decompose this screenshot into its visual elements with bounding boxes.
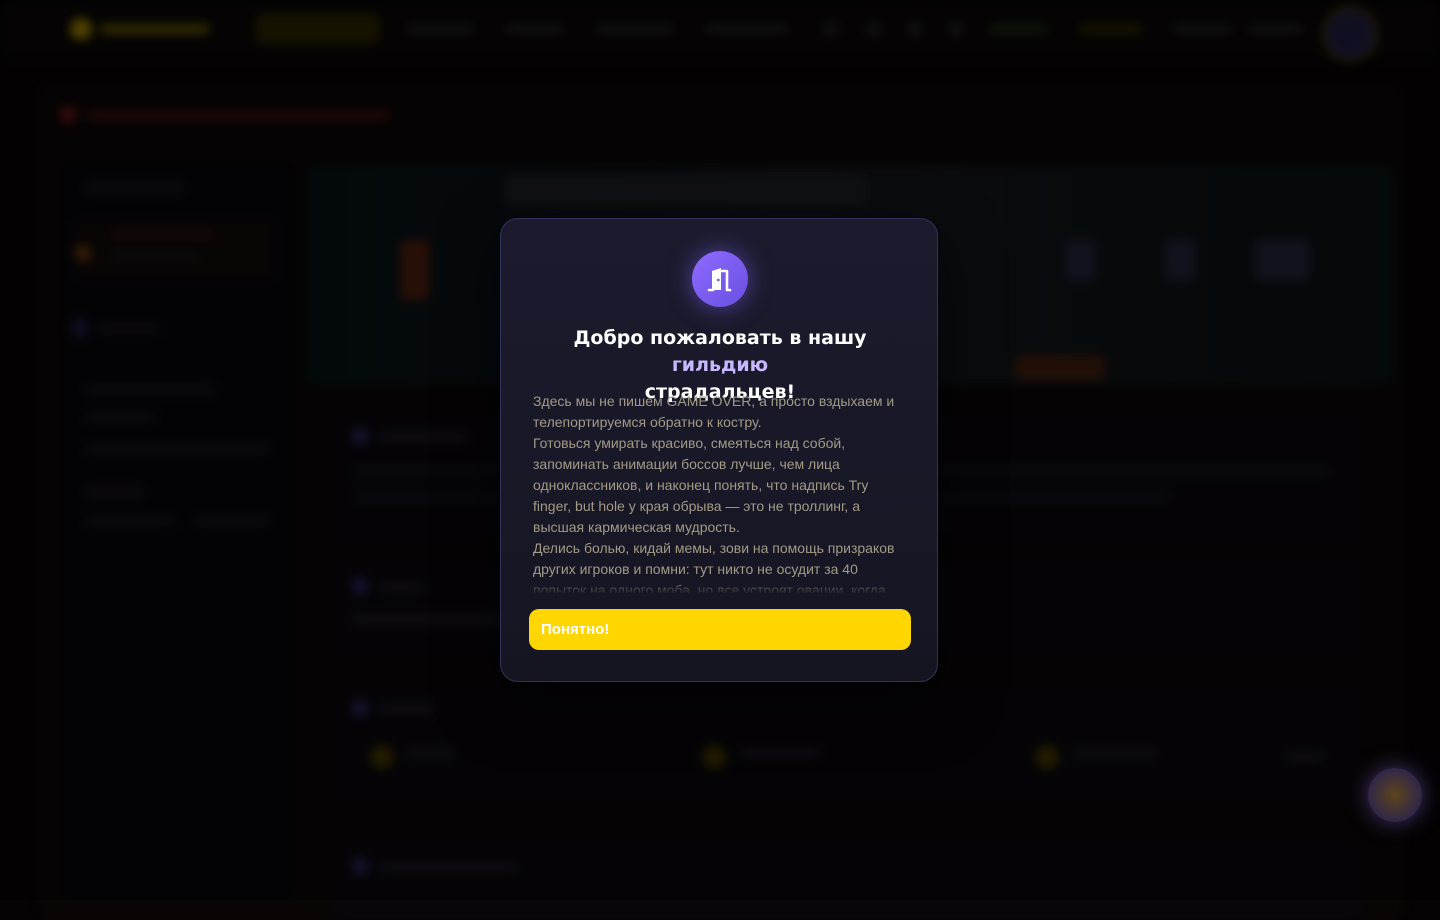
modal-paragraph: Готовься умирать красиво, смеяться над с… xyxy=(533,435,869,535)
welcome-modal: Добро пожаловать в нашу гильдию страдаль… xyxy=(500,218,938,682)
door-icon xyxy=(692,251,748,307)
modal-title-accent: гильдию xyxy=(671,354,769,376)
modal-title-part: Добро пожаловать в нашу xyxy=(573,327,867,349)
modal-body-text: Здесь мы не пишем GAME OVER, а просто вз… xyxy=(533,391,903,593)
modal-paragraph: Здесь мы не пишем GAME OVER, а просто вз… xyxy=(533,393,895,430)
understood-button[interactable]: Понятно! xyxy=(529,609,911,650)
modal-paragraph: Делись болью, кидай мемы, зови на помощь… xyxy=(533,540,895,593)
